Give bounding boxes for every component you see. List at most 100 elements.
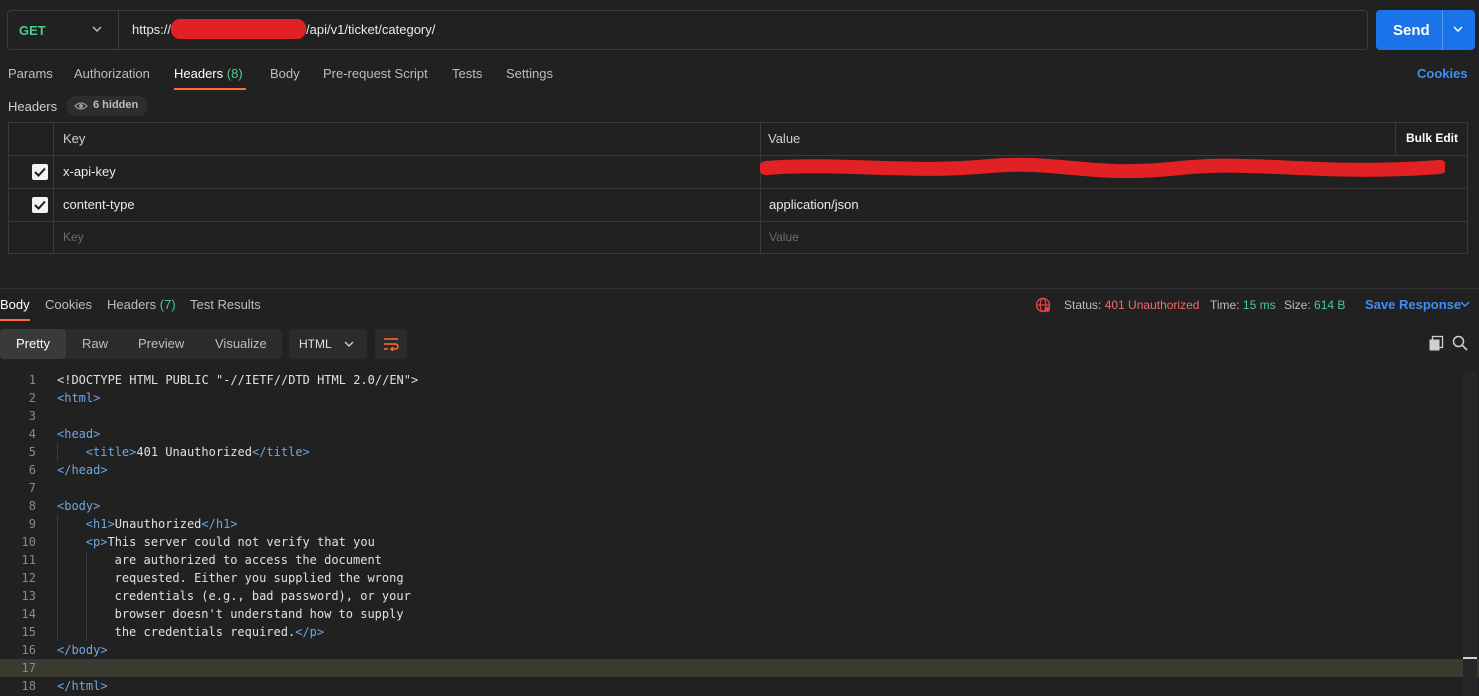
indent-guide <box>86 623 87 641</box>
chevron-down-icon[interactable] <box>90 22 104 36</box>
code-line[interactable]: 14 browser doesn't understand how to supp… <box>0 605 1479 623</box>
line-number: 8 <box>28 499 36 513</box>
code-tag: <html> <box>57 391 101 405</box>
code-tag: <head> <box>57 427 101 441</box>
column-header-value: Value <box>768 131 801 146</box>
size-label: Size: <box>1284 298 1311 312</box>
header-value[interactable]: application/json <box>769 197 859 212</box>
line-number: 17 <box>21 661 36 675</box>
code-line[interactable]: 18 </html> <box>0 677 1479 695</box>
view-mode-pretty[interactable]: Pretty <box>16 336 50 351</box>
code-line[interactable]: 12 requested. Either you supplied the wro… <box>0 569 1479 587</box>
time-value: 15 ms <box>1242 298 1276 312</box>
url-input[interactable]: https:// /api/v1/ticket/category/ <box>132 18 435 39</box>
tab-settings[interactable]: Settings <box>506 66 553 81</box>
table-divider <box>8 188 1468 189</box>
code-tag: </p> <box>295 625 325 639</box>
code-line[interactable]: 15 the credentials required.</p> <box>0 623 1479 641</box>
code-line[interactable]: 8 <body> <box>0 497 1479 515</box>
code-text: <html> <box>57 389 100 407</box>
code-line[interactable]: 6 </head> <box>0 461 1479 479</box>
active-tab-indicator <box>174 88 246 90</box>
response-code-editor[interactable]: 1 <!DOCTYPE HTML PUBLIC "-//IETF//DTD HTM… <box>0 371 1479 696</box>
indent-guide <box>57 515 58 533</box>
new-header-key-input[interactable]: Key <box>63 230 84 244</box>
response-tab-cookies[interactable]: Cookies <box>45 297 92 312</box>
view-mode-visualize[interactable]: Visualize <box>215 336 267 351</box>
headers-section-label: Headers <box>8 99 58 114</box>
response-tab-headers-label: Headers <box>107 297 157 312</box>
method-select[interactable]: GET <box>19 23 46 38</box>
line-number: 15 <box>21 625 36 639</box>
view-mode-raw[interactable]: Raw <box>82 336 108 351</box>
response-status[interactable]: Status: 401 Unauthorized <box>1064 298 1199 312</box>
view-mode-preview[interactable]: Preview <box>138 336 184 351</box>
copy-icon[interactable] <box>1428 335 1444 351</box>
status-value: 401 Unauthorized <box>1104 298 1200 312</box>
check-icon <box>34 200 46 210</box>
code-text: </html> <box>57 677 108 695</box>
hidden-headers-count: 6 hidden <box>93 99 139 111</box>
code-content: the credentials required. <box>114 625 296 639</box>
code-line[interactable]: 13 credentials (e.g., bad password), or y… <box>0 587 1479 605</box>
column-header-key: Key <box>63 131 86 146</box>
code-line[interactable]: 3 <box>0 407 1479 425</box>
response-time[interactable]: Time: 15 ms <box>1210 298 1276 312</box>
indent-guide <box>86 551 87 569</box>
active-tab-indicator <box>0 319 30 321</box>
indent-guide <box>57 587 58 605</box>
header-key[interactable]: x-api-key <box>63 164 116 179</box>
tab-headers[interactable]: Headers (8) <box>174 66 243 81</box>
code-text: <p>This server could not verify that you <box>86 533 375 551</box>
eye-icon <box>74 102 88 110</box>
tab-pre-request-script[interactable]: Pre-request Script <box>323 66 428 81</box>
cookies-link[interactable]: Cookies <box>1417 66 1468 81</box>
status-label: Status: <box>1064 298 1102 312</box>
response-tab-body[interactable]: Body <box>0 297 30 312</box>
editor-scrollbar[interactable] <box>1463 371 1477 696</box>
save-response-button[interactable]: Save Response <box>1365 297 1461 312</box>
chevron-down-icon[interactable] <box>1451 22 1465 36</box>
code-line[interactable]: 17 <box>0 659 1479 677</box>
new-header-value-input[interactable]: Value <box>769 230 799 244</box>
globe-error-icon[interactable] <box>1035 297 1051 313</box>
tab-body[interactable]: Body <box>270 66 300 81</box>
indent-guide <box>57 623 58 641</box>
line-number: 12 <box>21 571 36 585</box>
code-text: requested. Either you supplied the wrong <box>115 569 404 587</box>
code-line[interactable]: 10 <p>This server could not verify that y… <box>0 533 1479 551</box>
line-number: 18 <box>21 679 36 693</box>
indent-guide <box>57 533 58 551</box>
line-number: 11 <box>21 553 36 567</box>
tab-tests[interactable]: Tests <box>452 66 482 81</box>
response-size[interactable]: Size: 614 B <box>1284 298 1345 312</box>
response-tab-test-results[interactable]: Test Results <box>190 297 261 312</box>
tab-authorization[interactable]: Authorization <box>74 66 150 81</box>
response-tab-headers-count: (7) <box>159 297 176 312</box>
code-line[interactable]: 5 <title>401 Unauthorized</title> <box>0 443 1479 461</box>
code-line[interactable]: 4 <head> <box>0 425 1479 443</box>
search-icon[interactable] <box>1452 335 1468 351</box>
indent-guide <box>57 551 58 569</box>
send-label: Send <box>1393 22 1430 39</box>
table-column-divider <box>53 122 54 254</box>
code-line[interactable]: 11 are authorized to access the document <box>0 551 1479 569</box>
code-text: </body> <box>57 641 108 659</box>
code-line[interactable]: 7 <box>0 479 1479 497</box>
line-number: 7 <box>28 481 36 495</box>
tab-params[interactable]: Params <box>8 66 53 81</box>
code-line[interactable]: 1 <!DOCTYPE HTML PUBLIC "-//IETF//DTD HTM… <box>0 371 1479 389</box>
response-tab-headers[interactable]: Headers (7) <box>107 297 176 312</box>
bulk-edit-button[interactable]: Bulk Edit <box>1406 131 1458 145</box>
code-text: browser doesn't understand how to supply <box>115 605 404 623</box>
check-icon <box>34 167 46 177</box>
pane-divider[interactable] <box>0 288 1479 289</box>
code-line[interactable]: 2 <html> <box>0 389 1479 407</box>
tab-headers-count: (8) <box>226 66 243 81</box>
header-key[interactable]: content-type <box>63 197 135 212</box>
code-line[interactable]: 16 </body> <box>0 641 1479 659</box>
chevron-down-icon[interactable] <box>1459 298 1471 310</box>
code-line[interactable]: 9 <h1>Unauthorized</h1> <box>0 515 1479 533</box>
code-text: credentials (e.g., bad password), or you… <box>115 587 411 605</box>
line-number: 4 <box>28 427 36 441</box>
